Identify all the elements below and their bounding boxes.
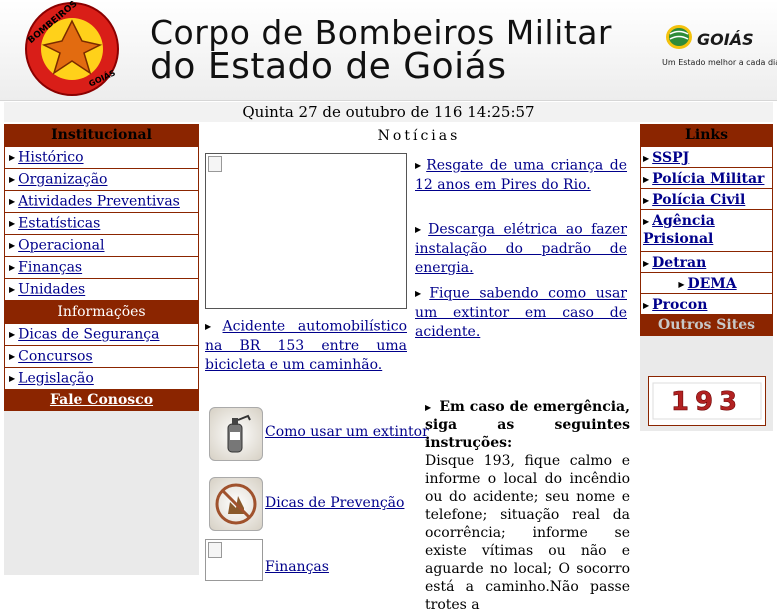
broken-image-icon [208, 156, 222, 172]
fire-extinguisher-icon[interactable] [209, 407, 263, 461]
outros-sites-heading: Outros Sites [640, 315, 773, 336]
arrow-right-icon: ▶ [643, 153, 650, 163]
nav-link-historico[interactable]: Histórico [18, 150, 83, 166]
arrow-right-icon: ▶ [9, 219, 16, 228]
arrow-right-icon: ▶ [9, 263, 16, 272]
arrow-right-icon: ▶ [9, 330, 16, 339]
arrow-right-icon: ▶ [9, 285, 16, 294]
link-item-policia-civil[interactable]: ▶ Polícia Civil [640, 189, 773, 210]
nav-link-concursos[interactable]: Concursos [18, 349, 93, 365]
links-heading: Links [640, 124, 773, 147]
emergency-instructions: ▶ Em caso de emergência, siga as seguint… [425, 398, 630, 614]
extintor-link[interactable]: Como usar um extintor [265, 424, 429, 440]
news-link-3[interactable]: Descarga elétrica ao fazer instalação do… [415, 222, 627, 276]
goias-brand-name: GOIÁS [697, 30, 754, 49]
financas-link[interactable]: Finanças [265, 559, 329, 575]
nav-item-dicas[interactable]: ▶ Dicas de Segurança [4, 324, 199, 346]
news-image-placeholder[interactable] [205, 153, 407, 309]
news-link-1[interactable]: Acidente automobilístico na BR 153 entre… [205, 319, 407, 373]
arrow-right-icon: ▶ [643, 195, 650, 205]
nav-item-unidades[interactable]: ▶ Unidades [4, 279, 199, 301]
site-title-line2: do Estado de Goiás [150, 46, 507, 87]
news-item-4: ▶ Fique sabendo como usar um extintor em … [415, 284, 627, 342]
nav-item-legislacao[interactable]: ▶ Legislação [4, 368, 199, 390]
nav-link-financas[interactable]: Finanças [18, 260, 82, 276]
arrow-right-icon: ▶ [643, 258, 650, 268]
arrow-right-icon: ▶ [643, 216, 650, 226]
link-policia-militar[interactable]: Polícia Militar [652, 171, 764, 187]
nav-item-operacional[interactable]: ▶ Operacional [4, 235, 199, 257]
arrow-right-icon: ▶ [643, 300, 650, 310]
emergency-body: Disque 193, fique calmo e informe o loca… [425, 453, 630, 613]
arrow-right-icon: ▶ [9, 241, 16, 250]
link-detran[interactable]: Detran [652, 255, 706, 271]
nav-link-dicas[interactable]: Dicas de Segurança [18, 327, 159, 343]
nav-item-historico[interactable]: ▶ Histórico [4, 147, 199, 169]
arrow-right-icon: ▶ [678, 279, 685, 289]
date-bar: Quinta 27 de outubro de 116 14:25:57 [4, 102, 773, 122]
broken-image-icon [208, 542, 222, 558]
link-procon[interactable]: Procon [652, 297, 707, 313]
nav-link-estatisticas[interactable]: Estatísticas [18, 216, 100, 232]
nav-item-concursos[interactable]: ▶ Concursos [4, 346, 199, 368]
link-item-agencia-prisional[interactable]: ▶ Agência Prisional [640, 210, 773, 252]
news-link-4[interactable]: Fique sabendo como usar um extintor em c… [415, 286, 627, 340]
news-item-1: ▶ Acidente automobilístico na BR 153 entr… [205, 317, 407, 375]
nav-link-unidades[interactable]: Unidades [18, 282, 85, 298]
fire-department-logo: BOMBEIROS GOIÁS [25, 1, 119, 96]
link-agencia-prisional[interactable]: Agência Prisional [643, 213, 715, 247]
right-sidebar: Links ▶ SSPJ ▶ Polícia Militar ▶ Polícia Ci… [640, 124, 773, 431]
arrow-right-icon: ▶ [9, 197, 16, 206]
arrow-right-icon: ▶ [9, 374, 16, 383]
news-item-3: ▶ Descarga elétrica ao fazer instalação d… [415, 220, 627, 278]
fale-conosco-link[interactable]: Fale Conosco [50, 392, 153, 408]
banner-193-text: 193 [671, 387, 743, 417]
arrow-right-icon: ▶ [9, 352, 16, 361]
link-policia-civil[interactable]: Polícia Civil [652, 192, 745, 208]
institucional-heading: Institucional [4, 124, 199, 147]
news-heading: Notícias [377, 128, 461, 144]
arrow-right-icon: ▶ [9, 175, 16, 184]
arrow-right-icon: ▶ [415, 161, 424, 170]
news-item-2: ▶ Resgate de uma criança de 12 anos em Pi… [415, 156, 627, 195]
nav-link-atividades[interactable]: Atividades Preventivas [18, 194, 180, 210]
nav-link-legislacao[interactable]: Legislação [18, 371, 94, 387]
link-sspj[interactable]: SSPJ [652, 150, 689, 166]
informacoes-heading: Informações [4, 301, 199, 324]
arrow-right-icon: ▶ [415, 225, 426, 234]
link-item-sspj[interactable]: ▶ SSPJ [640, 147, 773, 168]
main-content: Notícias ▶ Acidente automobilístico na BR… [199, 124, 639, 613]
arrow-right-icon: ▶ [9, 153, 16, 162]
fale-conosco-bar: Fale Conosco [4, 390, 199, 411]
news-link-2[interactable]: Resgate de uma criança de 12 anos em Pir… [415, 158, 627, 193]
link-dema[interactable]: DEMA [687, 276, 736, 292]
emergency-193-banner[interactable]: 193 [648, 376, 766, 426]
nav-link-operacional[interactable]: Operacional [18, 238, 104, 254]
site-header: BOMBEIROS GOIÁS Corpo de Bombeiros Milit… [0, 0, 777, 101]
nav-item-estatisticas[interactable]: ▶ Estatísticas [4, 213, 199, 235]
arrow-right-icon: ▶ [415, 289, 427, 298]
goias-slogan: Um Estado melhor a cada dia [662, 58, 777, 67]
nav-item-financas[interactable]: ▶ Finanças [4, 257, 199, 279]
nav-item-atividades[interactable]: ▶ Atividades Preventivas [4, 191, 199, 213]
emergency-heading: Em caso de emergência, siga as seguintes… [425, 399, 631, 451]
link-item-procon[interactable]: ▶ Procon [640, 294, 773, 315]
fire-prevention-icon[interactable] [209, 477, 263, 531]
nav-item-organizacao[interactable]: ▶ Organização [4, 169, 199, 191]
link-item-policia-militar[interactable]: ▶ Polícia Militar [640, 168, 773, 189]
left-sidebar: Institucional ▶ Histórico ▶ Organização ▶ A… [4, 124, 199, 575]
arrow-right-icon: ▶ [643, 174, 650, 184]
prevencao-link[interactable]: Dicas de Prevenção [265, 495, 404, 511]
nav-link-organizacao[interactable]: Organização [18, 172, 107, 188]
link-item-dema[interactable]: ▶ DEMA [640, 273, 773, 294]
arrow-right-icon: ▶ [205, 322, 220, 331]
link-item-detran[interactable]: ▶ Detran [640, 252, 773, 273]
arrow-right-icon: ▶ [425, 402, 432, 412]
